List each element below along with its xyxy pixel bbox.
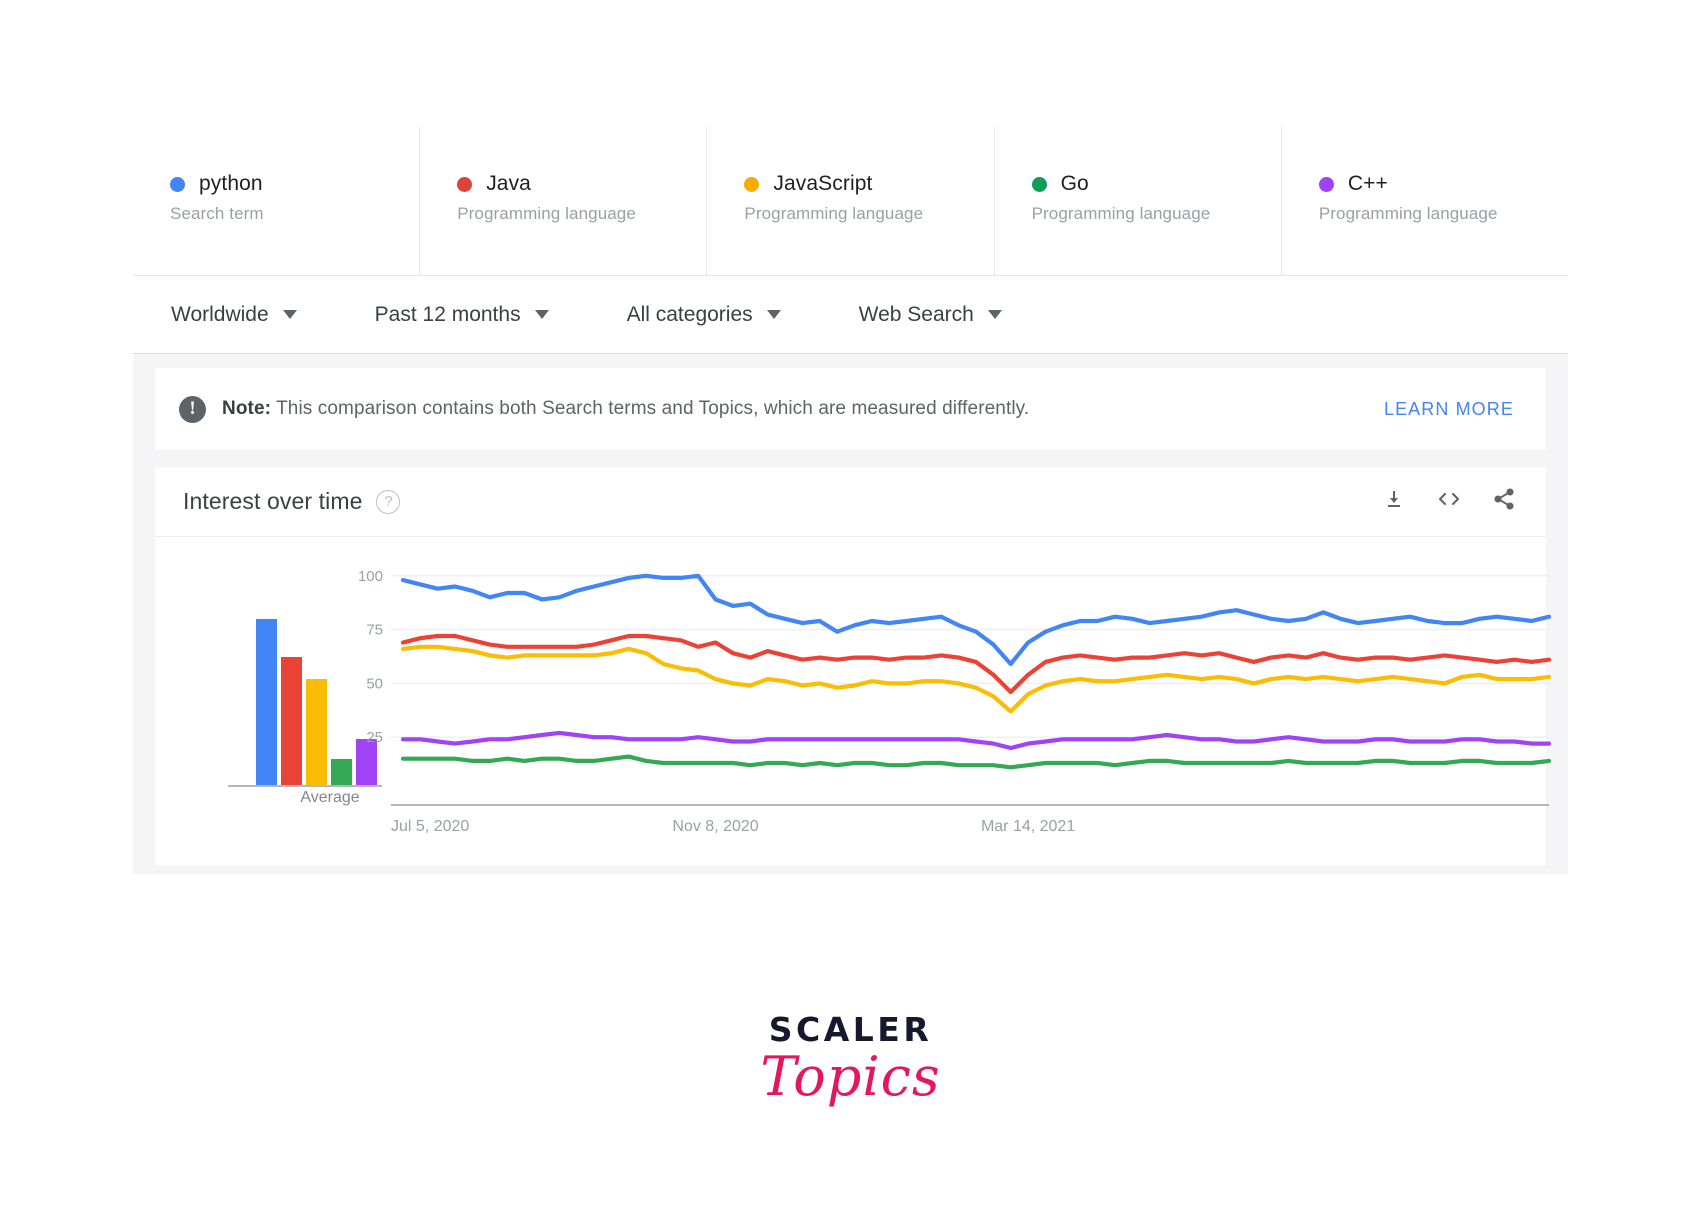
legend-color-dot — [1031, 176, 1047, 192]
legend-subtitle: Programming language — [1318, 204, 1498, 223]
filter-label: Web Search — [858, 302, 974, 326]
series-line-python — [400, 573, 1551, 667]
panel-body: ! Note: This comparison contains both Se… — [133, 354, 1568, 874]
legend-color-dot — [170, 176, 185, 192]
x-axis-tick-label: Jul 5, 2020 — [391, 818, 469, 835]
legend-term-label: python — [199, 172, 263, 195]
legend-color-dot — [457, 176, 473, 192]
note-body: This comparison contains both Search ter… — [271, 398, 1030, 419]
filter-label: All categories — [626, 302, 753, 326]
legend-card-header: JavaScript — [744, 172, 993, 196]
legend-card-header: C++ — [1318, 172, 1568, 196]
legend-subtitle: Programming language — [744, 204, 924, 223]
y-axis-tick-label: 100 — [358, 568, 383, 585]
y-axis-tick-label: 50 — [366, 675, 383, 692]
series-line-go — [400, 754, 1551, 770]
filter-label: Worldwide — [171, 302, 269, 326]
share-icon[interactable] — [1492, 487, 1516, 516]
note-text: Note: This comparison contains both Sear… — [222, 398, 1029, 420]
legend-term-label: C++ — [1347, 172, 1388, 195]
legend-subtitle: Programming language — [1031, 204, 1211, 223]
legend-card-go[interactable]: Go Programming language — [993, 127, 1281, 275]
download-icon[interactable] — [1382, 487, 1406, 516]
filter-web-search[interactable]: Web Search — [859, 303, 1002, 327]
x-axis-tick-label: Nov 8, 2020 — [672, 818, 758, 835]
average-bar — [256, 619, 277, 785]
legend-color-dot — [744, 176, 760, 192]
filter-all-categories[interactable]: All categories — [627, 303, 781, 327]
filter-past-12-months[interactable]: Past 12 months — [375, 303, 549, 327]
legend-color-dot — [1318, 176, 1334, 192]
legend-card-header: python — [170, 172, 419, 196]
legend-term-label: JavaScript — [773, 172, 873, 195]
average-bar — [281, 657, 302, 785]
y-axis-tick-label: 75 — [366, 622, 383, 639]
y-axis-tick-label: 25 — [366, 729, 383, 746]
learn-more-link[interactable]: LEARN MORE — [1384, 399, 1514, 420]
chart-header: Interest over time ? — [155, 467, 1546, 537]
chart-title: Interest over time — [183, 488, 363, 514]
chevron-down-icon — [766, 310, 781, 319]
x-axis-tick-label: Mar 14, 2021 — [981, 818, 1075, 835]
scaler-topics-logo: SCALER Topics — [0, 1010, 1701, 1108]
chevron-down-icon — [534, 310, 549, 319]
legend-term-label: Go — [1060, 172, 1089, 195]
filter-label: Past 12 months — [374, 302, 521, 326]
interest-over-time-card: Interest over time ? Average 25 50 75 10… — [155, 467, 1551, 865]
chevron-down-icon — [987, 310, 1002, 319]
exclamation-icon: ! — [179, 395, 206, 423]
series-line-cpp — [400, 730, 1551, 751]
chart-actions — [1382, 487, 1516, 516]
legend-card-java[interactable]: Java Programming language — [419, 127, 707, 275]
chevron-down-icon — [282, 310, 297, 319]
question-mark-icon[interactable]: ? — [376, 489, 401, 514]
legend-subtitle: Programming language — [457, 204, 636, 223]
note-bar: ! Note: This comparison contains both Se… — [155, 368, 1546, 450]
note-label: Note: — [222, 398, 272, 419]
legend-card-header: Go — [1031, 172, 1281, 196]
legend-subtitle: Search term — [170, 204, 264, 223]
chart-plot-area: Average 25 50 75 100 Jul 5, 2020 Nov 8, 2020 M… — [155, 537, 1551, 863]
google-trends-panel: python Search term Java Programming languag… — [133, 127, 1569, 874]
comparison-legend-row: python Search term Java Programming languag… — [133, 127, 1569, 276]
embed-code-icon[interactable] — [1436, 487, 1462, 516]
legend-term-label: Java — [486, 172, 531, 195]
legend-card-header: Java — [457, 172, 706, 196]
logo-topics-text: Topics — [760, 1045, 941, 1108]
legend-card-javascript[interactable]: JavaScript Programming language — [706, 127, 994, 275]
average-bar — [331, 759, 352, 785]
average-bar — [306, 679, 327, 785]
logo-scaler-text: SCALER — [768, 1010, 933, 1049]
filter-bar: Worldwide Past 12 months All categories Web… — [133, 276, 1568, 354]
legend-card-cpp[interactable]: C++ Programming language — [1280, 127, 1569, 275]
legend-card-python[interactable]: python Search term — [133, 127, 420, 275]
filter-worldwide[interactable]: Worldwide — [171, 303, 297, 327]
interest-line-chart: 25 50 75 100 Jul 5, 2020 Nov 8, 2020 Mar 14, 2… — [358, 568, 1551, 835]
